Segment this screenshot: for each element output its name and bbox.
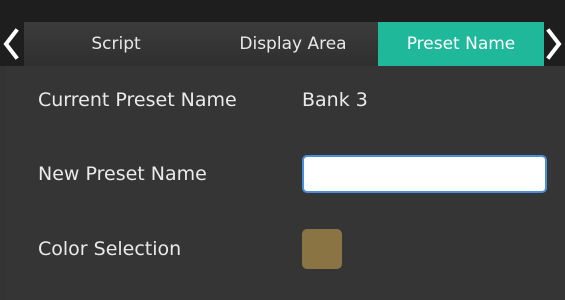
chevron-right-icon[interactable] (543, 22, 565, 66)
tab-preset-name[interactable]: Preset Name (378, 22, 544, 66)
tab-script[interactable]: Script (24, 22, 208, 66)
chevron-left-icon[interactable] (0, 22, 22, 66)
new-preset-name-label: New Preset Name (38, 163, 207, 185)
color-swatch[interactable] (302, 229, 342, 269)
current-preset-name-label: Current Preset Name (38, 89, 237, 111)
tab-bar: Script Display Area Preset Name (0, 0, 565, 66)
new-preset-name-input[interactable] (302, 155, 547, 193)
preset-panel: Script Display Area Preset Name Current … (0, 0, 565, 300)
color-selection-label: Color Selection (38, 238, 182, 260)
current-preset-name-value: Bank 3 (302, 89, 368, 111)
tab-display-area[interactable]: Display Area (208, 22, 378, 66)
